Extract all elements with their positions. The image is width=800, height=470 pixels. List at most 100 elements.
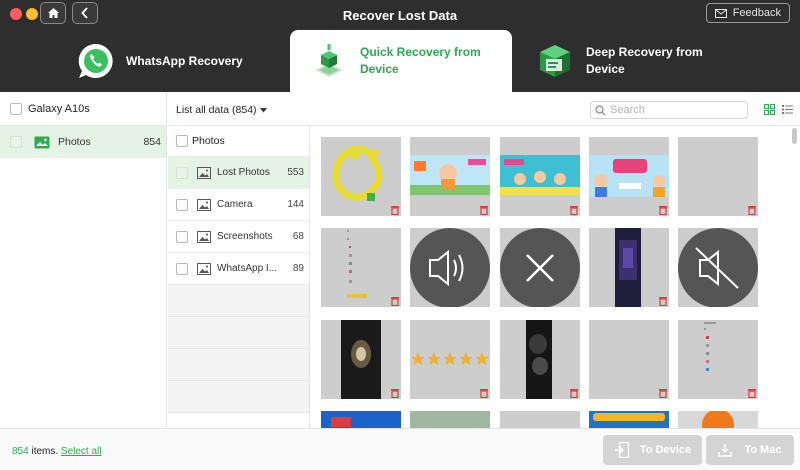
subcategory-label: Screenshots (217, 231, 273, 242)
trash-icon[interactable] (658, 388, 668, 398)
back-button[interactable] (72, 2, 98, 24)
empty-row (168, 381, 309, 413)
close-window-button[interactable] (10, 8, 22, 20)
image-icon (197, 262, 211, 275)
select-all-link[interactable]: Select all (61, 446, 102, 457)
subcategory-item-screenshots[interactable]: Screenshots 68 (168, 221, 309, 253)
device-name: Galaxy A10s (28, 102, 90, 115)
orange-ball-image (678, 411, 758, 428)
subcategory-label: WhatsApp I... (217, 263, 278, 274)
tab-whatsapp-recovery[interactable]: WhatsApp Recovery (0, 30, 288, 92)
thumbnail[interactable] (410, 137, 490, 216)
tab-deep-label-line1: Deep Recovery from (586, 45, 703, 59)
thumbnail-grid (311, 126, 800, 428)
search-input[interactable] (610, 104, 740, 116)
screenshot-list-image (347, 230, 367, 298)
trash-icon[interactable] (479, 205, 489, 215)
thumbnail[interactable] (321, 228, 401, 307)
thumbnail[interactable] (500, 228, 580, 307)
thumbnail[interactable] (321, 320, 401, 399)
subcategory-select-all-checkbox[interactable] (176, 135, 188, 147)
tab-quick-label-line1: Quick Recovery from (360, 45, 481, 59)
thumbnail[interactable] (410, 228, 490, 307)
feedback-button[interactable]: Feedback (705, 3, 790, 23)
thumbnail[interactable] (678, 411, 758, 428)
minimize-window-button[interactable] (26, 8, 38, 20)
list-view-icon[interactable] (782, 104, 793, 115)
category-checkbox[interactable] (10, 136, 22, 148)
to-device-button[interactable]: To Device (603, 435, 702, 465)
category-label: Photos (58, 136, 91, 148)
yellow-shapes-image (332, 145, 383, 201)
category-item-photos[interactable]: Photos 854 (0, 126, 166, 158)
mail-icon (714, 8, 727, 18)
trash-icon[interactable] (658, 296, 668, 306)
subcategory-header: Photos (168, 126, 309, 157)
subcategory-checkbox[interactable] (176, 230, 188, 243)
title-bar: Recover Lost Data Feedback WhatsApp Reco… (0, 0, 800, 92)
tab-quick-recovery[interactable]: Quick Recovery from Device (290, 30, 512, 92)
thumbnail[interactable] (321, 411, 401, 428)
broken-file-icon (500, 228, 580, 307)
trash-icon[interactable] (569, 205, 579, 215)
trash-icon[interactable] (390, 388, 400, 398)
dark-photo-image (526, 320, 552, 399)
grid-view-icon[interactable] (764, 104, 775, 115)
trash-icon[interactable] (569, 388, 579, 398)
screenshot-list-image (704, 322, 716, 371)
app-window: Recover Lost Data Feedback WhatsApp Reco… (0, 0, 800, 470)
thumbnail[interactable] (500, 137, 580, 216)
subcategory-item-camera[interactable]: Camera 144 (168, 189, 309, 221)
thumbnail[interactable] (678, 228, 758, 307)
window-title: Recover Lost Data (342, 8, 458, 23)
subcategory-count: 68 (292, 231, 304, 242)
subcategory-count: 553 (287, 167, 304, 178)
search-box (590, 101, 748, 119)
thumbnail[interactable] (589, 411, 669, 428)
thumbnail[interactable] (678, 137, 758, 216)
tab-deep-label: Deep Recovery from Device (586, 44, 703, 78)
trash-icon[interactable] (658, 205, 668, 215)
thumbnail[interactable] (589, 137, 669, 216)
tab-deep-recovery[interactable]: Deep Recovery from Device (512, 30, 800, 92)
thumbnail[interactable] (678, 320, 758, 399)
image-icon (197, 166, 211, 179)
image-icon (197, 198, 211, 211)
subcategory-header-label: Photos (192, 135, 225, 147)
list-filter-dropdown[interactable]: List all data (854) (176, 104, 267, 116)
quick-recovery-cube-icon (315, 44, 343, 77)
trash-icon[interactable] (390, 296, 400, 306)
grid-scrollbar[interactable] (792, 128, 797, 144)
subcategory-checkbox[interactable] (176, 262, 188, 275)
tab-deep-label-line2: Device (586, 62, 625, 76)
trash-icon[interactable] (390, 205, 400, 215)
subcategory-checkbox[interactable] (176, 198, 188, 211)
thumbnail[interactable] (500, 320, 580, 399)
thumbnail[interactable] (500, 411, 580, 428)
home-button[interactable] (40, 2, 66, 24)
subcategory-item-lost-photos[interactable]: Lost Photos 553 (168, 157, 309, 189)
kids-cartoon-banner-image (500, 155, 580, 195)
export-to-device-icon (615, 442, 629, 458)
trash-icon[interactable] (747, 205, 757, 215)
thumbnail[interactable] (589, 228, 669, 307)
to-mac-button[interactable]: To Mac (706, 435, 794, 465)
trash-icon[interactable] (479, 388, 489, 398)
thumbnail[interactable] (410, 411, 490, 428)
thumbnail[interactable] (589, 320, 669, 399)
device-panel: Galaxy A10s Photos 854 (0, 92, 167, 428)
dark-phone-screenshot-image (615, 228, 641, 307)
trash-icon[interactable] (747, 388, 757, 398)
subcategory-count: 144 (287, 199, 304, 210)
image-icon (197, 230, 211, 243)
subcategory-item-whatsapp-images[interactable]: WhatsApp I... 89 (168, 253, 309, 285)
thumbnail[interactable] (321, 137, 401, 216)
star-rating-image (411, 352, 489, 365)
device-select-all-checkbox[interactable] (10, 102, 22, 115)
content-toolbar: List all data (854) (168, 92, 800, 126)
thumbnail[interactable] (410, 320, 490, 399)
whatsapp-icon (78, 43, 113, 78)
subcategory-checkbox[interactable] (176, 166, 188, 179)
category-count: 854 (143, 136, 161, 148)
device-header: Galaxy A10s (0, 92, 166, 126)
